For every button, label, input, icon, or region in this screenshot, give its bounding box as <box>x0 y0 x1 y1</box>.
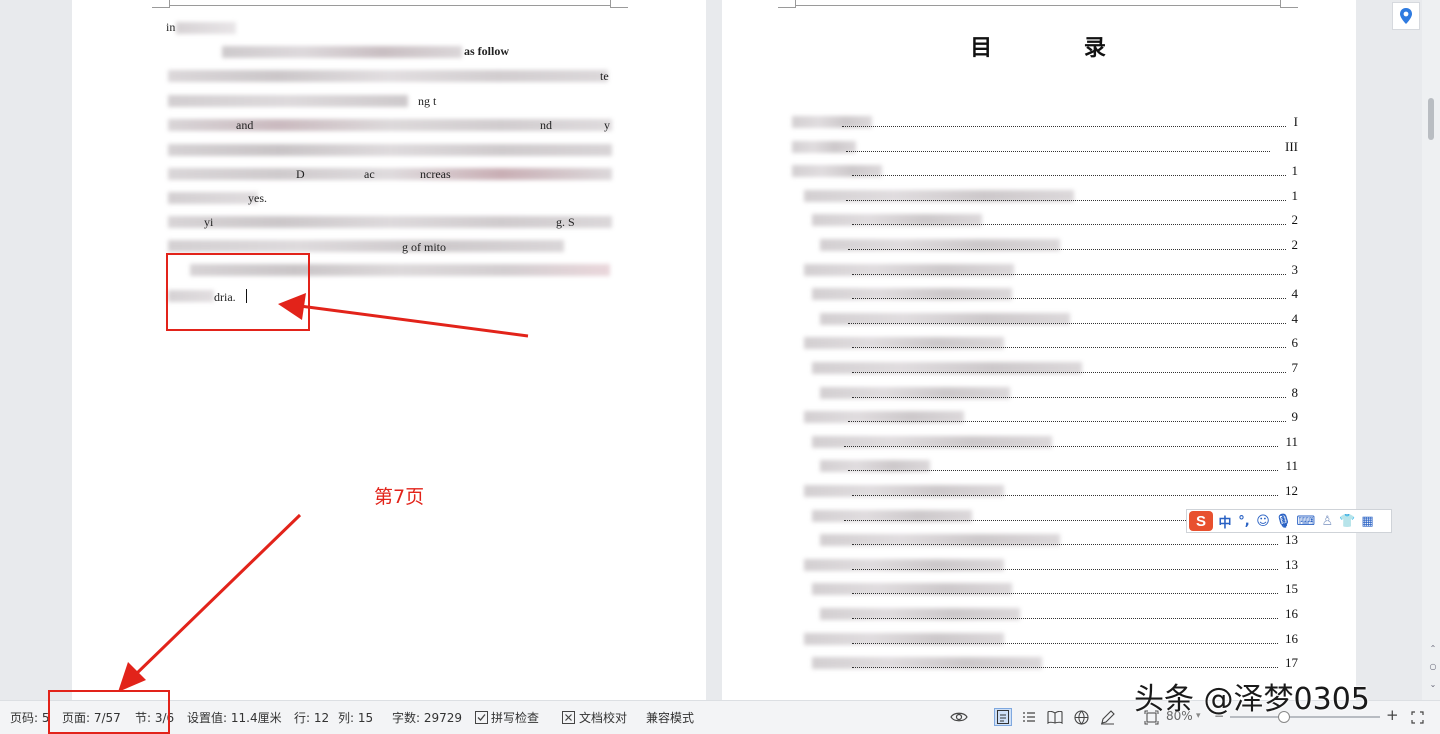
annotation-arrow-line <box>299 304 529 338</box>
web-view-icon[interactable] <box>1072 708 1090 726</box>
ime-punctuation-toggle[interactable]: °, <box>1237 514 1251 529</box>
annotation-arrowhead <box>278 293 306 320</box>
outline-view-icon[interactable] <box>1020 708 1038 726</box>
spell-check-button[interactable]: 拼写检查 <box>491 709 539 726</box>
fullscreen-icon[interactable] <box>1408 708 1426 726</box>
zoom-in-button[interactable]: + <box>1386 706 1399 724</box>
compat-mode-label: 兼容模式 <box>646 711 695 725</box>
keyboard-icon[interactable]: ⌨ <box>1297 514 1316 529</box>
ime-toolbar[interactable]: S 中 °, ☺ 🎙 ⌨ ♙ 👕 ▦ <box>1186 509 1392 533</box>
scrollbar-thumb[interactable] <box>1428 98 1434 140</box>
user-icon[interactable]: ♙ <box>1320 514 1334 529</box>
vertical-scrollbar[interactable] <box>1422 0 1440 700</box>
eye-protection-icon[interactable] <box>950 708 968 726</box>
annotation-arrows <box>118 293 529 692</box>
next-page-icon[interactable]: ⌄ <box>1426 680 1440 692</box>
document-workspace[interactable]: in as follow te ng t and nd y D ac ncrea… <box>0 0 1440 700</box>
location-button[interactable] <box>1392 2 1420 30</box>
emoji-icon[interactable]: ☺ <box>1256 514 1270 529</box>
sogou-logo-icon[interactable]: S <box>1189 511 1213 531</box>
reading-view-icon[interactable] <box>1046 708 1064 726</box>
skin-icon[interactable]: 👕 <box>1339 514 1355 529</box>
annotation-status-highlight <box>48 690 170 734</box>
doc-proofread-button[interactable]: 文档校对 <box>579 709 627 726</box>
spell-check-icon[interactable] <box>472 708 490 726</box>
watermark-text: 头条 @泽梦0305 <box>1134 682 1370 717</box>
annotation-label: 第7页 <box>374 486 425 508</box>
write-mode-icon[interactable] <box>1098 708 1116 726</box>
status-column[interactable]: 列: 15 <box>338 709 373 726</box>
status-row[interactable]: 行: 12 <box>294 709 329 726</box>
prev-page-icon[interactable]: ⌃ <box>1426 644 1440 656</box>
page-view-icon[interactable] <box>994 708 1012 726</box>
ime-mode-toggle[interactable]: 中 <box>1218 512 1232 531</box>
annotation-arrow-line <box>132 513 302 678</box>
status-setting-value[interactable]: 设置值: 11.4厘米 <box>187 709 282 726</box>
status-page-code[interactable]: 页码: 5 <box>10 709 50 726</box>
select-browse-icon[interactable]: ○ <box>1426 662 1440 674</box>
doc-proofread-icon[interactable] <box>559 708 577 726</box>
grid-icon[interactable]: ▦ <box>1360 514 1374 529</box>
location-pin-icon <box>1400 8 1412 24</box>
microphone-icon[interactable]: 🎙 <box>1275 514 1292 529</box>
status-word-count[interactable]: 字数: 29729 <box>392 709 462 726</box>
